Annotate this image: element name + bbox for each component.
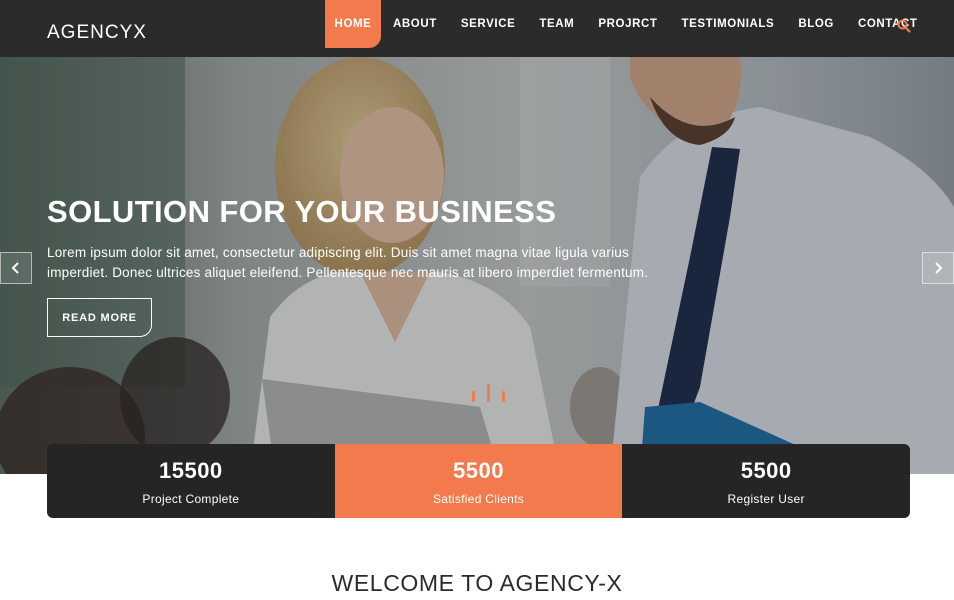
- stat-label: Register User: [727, 492, 805, 506]
- brand-logo[interactable]: AGENCYX: [47, 22, 147, 44]
- nav-item-service[interactable]: SERVICE: [449, 0, 527, 48]
- nav-menu: HOME ABOUT SERVICE TEAM PROJRCT TESTIMON…: [325, 0, 930, 48]
- nav-item-project[interactable]: PROJRCT: [586, 0, 669, 48]
- stat-label: Satisfied Clients: [432, 492, 525, 506]
- stats-bar: 15500 Project Complete 5500 Satisfied Cl…: [47, 444, 910, 518]
- nav-item-home[interactable]: HOME: [325, 0, 381, 48]
- stat-label: Project Complete: [142, 492, 240, 506]
- chevron-left-icon: [11, 262, 19, 274]
- stat-project-complete: 15500 Project Complete: [47, 444, 335, 518]
- search-icon[interactable]: [897, 19, 911, 33]
- hero-title: SOLUTION FOR YOUR BUSINESS: [47, 194, 557, 229]
- stat-value: 15500: [158, 458, 223, 483]
- nav-item-team[interactable]: TEAM: [527, 0, 586, 48]
- chevron-right-icon: [935, 262, 943, 274]
- welcome-heading: WELCOME TO AGENCY-X: [331, 570, 623, 596]
- read-more-button[interactable]: READ MORE: [47, 298, 152, 337]
- slider-next-button[interactable]: [922, 252, 954, 284]
- navbar: AGENCYX HOME ABOUT SERVICE TEAM PROJRCT …: [0, 0, 954, 57]
- nav-item-testimonials[interactable]: TESTIMONIALS: [670, 0, 787, 48]
- stat-value: 5500: [453, 458, 504, 483]
- stat-register-user: 5500 Register User: [622, 444, 910, 518]
- slider-indicators[interactable]: [471, 383, 507, 403]
- nav-item-blog[interactable]: BLOG: [786, 0, 846, 48]
- hero-slider: SOLUTION FOR YOUR BUSINESS Lorem ipsum d…: [0, 57, 954, 474]
- stat-satisfied-clients: 5500 Satisfied Clients: [334, 444, 623, 518]
- hero-description: Lorem ipsum dolor sit amet, consectetur …: [47, 245, 649, 280]
- nav-item-contact[interactable]: CONTACT: [846, 0, 930, 48]
- stat-value: 5500: [740, 458, 792, 483]
- nav-item-about[interactable]: ABOUT: [381, 0, 449, 48]
- slider-prev-button[interactable]: [0, 252, 32, 284]
